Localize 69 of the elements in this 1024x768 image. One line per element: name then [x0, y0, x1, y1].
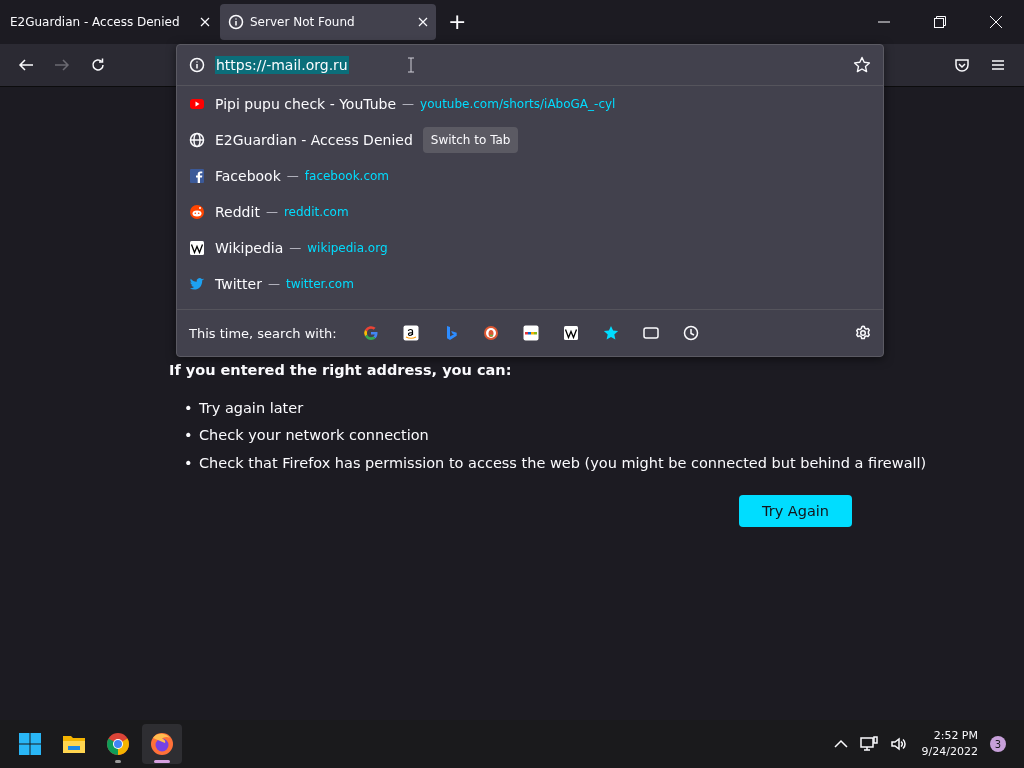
suggestion-title[interactable]: E2Guardian - Access Denied — [215, 132, 413, 148]
bird-icon — [189, 276, 205, 292]
bullet: • — [184, 453, 194, 473]
clock-date[interactable]: 9/24/2022 — [921, 744, 978, 760]
notification-badge[interactable]: 3 — [990, 736, 1006, 752]
globe-icon — [189, 132, 205, 148]
suggestion-title[interactable]: Facebook — [215, 168, 281, 184]
bullet: • — [184, 398, 194, 418]
text-cursor-icon — [406, 57, 415, 73]
tab-icon[interactable] — [642, 325, 659, 341]
search-with-label: This time, search with: — [189, 325, 337, 341]
info-icon — [189, 57, 205, 73]
browser-tab[interactable]: Server Not Found — [220, 4, 436, 40]
suggestion-title[interactable]: Pipi pupu check - YouTube — [215, 96, 397, 112]
back-icon[interactable] — [18, 57, 34, 73]
suggestion-url[interactable]: twitter.com — [285, 277, 354, 291]
forward-icon[interactable] — [54, 57, 70, 73]
suggestion-url[interactable]: facebook.com — [304, 169, 390, 183]
network-icon[interactable] — [859, 736, 878, 752]
info-icon — [228, 14, 244, 30]
clock-time[interactable]: 2:52 PM — [933, 728, 978, 744]
settings-icon[interactable] — [855, 325, 871, 341]
list-item: Check your network connection — [199, 426, 429, 446]
list-item: Try again later — [199, 398, 304, 418]
try-again-button[interactable]: Try Again — [739, 494, 852, 527]
tab-title: Server Not Found — [250, 15, 356, 29]
suggestion-title[interactable]: Twitter — [215, 276, 262, 292]
close-icon[interactable] — [200, 17, 210, 27]
taskbar-app[interactable] — [142, 724, 182, 764]
clock-icon[interactable] — [682, 325, 699, 341]
separator-dash: — — [267, 277, 280, 291]
page-subheading: If you entered the right address, you can: — [169, 362, 513, 380]
windows-icon — [18, 732, 42, 756]
separator-dash: — — [286, 169, 299, 183]
suggestion-title[interactable]: Wikipedia — [215, 240, 284, 256]
wikipedia-icon[interactable] — [562, 325, 579, 341]
pocket-icon[interactable] — [954, 57, 970, 73]
youtube-icon — [189, 96, 205, 112]
amazon-icon[interactable] — [402, 325, 419, 341]
tab-title: E2Guardian - Access Denied — [10, 15, 181, 29]
firefox-icon — [150, 732, 174, 756]
reddit-icon — [189, 204, 205, 220]
menu-icon[interactable] — [990, 57, 1006, 73]
wikipedia-icon — [189, 240, 205, 256]
suggestion-title[interactable]: Reddit — [215, 204, 260, 220]
restore-icon[interactable] — [934, 16, 946, 28]
star-icon[interactable] — [602, 325, 619, 341]
new-tab-button[interactable]: + — [438, 11, 477, 33]
bullet: • — [184, 426, 194, 446]
duck-icon[interactable] — [482, 325, 499, 341]
suggestion-url[interactable]: youtube.com/shorts/iAboGA_-cyl — [420, 97, 616, 111]
separator-dash: — — [265, 205, 278, 219]
close-icon[interactable] — [990, 16, 1002, 28]
suggestion-url[interactable]: wikipedia.org — [307, 241, 388, 255]
ebay-icon[interactable] — [522, 325, 539, 341]
separator-dash: — — [402, 97, 415, 111]
chrome-icon — [106, 732, 130, 756]
speaker-icon[interactable] — [889, 736, 908, 752]
list-item: Check that Firefox has permission to access the web (you might be connected but behind a firewall) — [199, 453, 927, 473]
separator-dash: — — [289, 241, 302, 255]
facebook-icon — [189, 168, 205, 184]
suggestion-url[interactable]: reddit.com — [283, 205, 349, 219]
bookmark-star-icon[interactable] — [853, 56, 871, 74]
google-icon[interactable] — [362, 325, 379, 341]
close-icon[interactable] — [418, 17, 428, 27]
switch-to-tab-button[interactable]: Switch to Tab — [422, 127, 519, 153]
url-text: https://-mail.org.ru — [215, 56, 349, 74]
browser-tab[interactable]: E2Guardian - Access Denied — [2, 4, 218, 40]
reload-icon[interactable] — [90, 57, 106, 73]
